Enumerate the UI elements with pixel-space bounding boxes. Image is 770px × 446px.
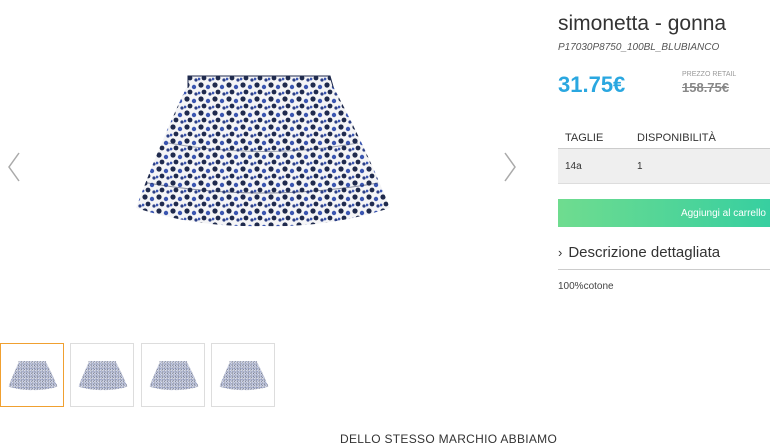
size-table-header: TAGLIE DISPONIBILITÀ (558, 128, 770, 149)
size-table: TAGLIE DISPONIBILITÀ 14a 1 (558, 128, 770, 184)
description-text: 100%cotone (558, 281, 614, 292)
thumbnail-3[interactable] (141, 343, 205, 407)
product-price: 31.75€ (558, 72, 626, 97)
size-row[interactable]: 14a 1 (558, 149, 770, 184)
thumbnail-1[interactable] (0, 343, 64, 407)
thumbnail-image (78, 361, 128, 391)
description-toggle[interactable]: › Descrizione dettagliata (558, 244, 770, 270)
chevron-left-icon (8, 152, 20, 182)
thumbnail-image (149, 361, 199, 391)
availability-value: 1 (637, 161, 643, 172)
thumbnail-4[interactable] (211, 343, 275, 407)
product-sku: P17030P8750_100BL_BLUBIANCO (558, 42, 720, 53)
same-brand-heading: DELLO STESSO MARCHIO ABBIAMO (340, 432, 558, 446)
thumbnail-image (219, 361, 269, 391)
chevron-right-icon (504, 152, 516, 182)
thumbnail-image (8, 361, 58, 391)
retail-price-label: PREZZO RETAIL (682, 71, 737, 78)
retail-price: 158.75€ (682, 80, 729, 95)
availability-column-header: DISPONIBILITÀ (637, 132, 716, 144)
gallery-prev-button[interactable] (4, 150, 24, 184)
size-column-header: TAGLIE (565, 132, 604, 144)
description-toggle-label: Descrizione dettagliata (568, 244, 721, 261)
chevron-right-icon: › (558, 245, 563, 260)
thumbnail-2[interactable] (70, 343, 134, 407)
gallery-next-button[interactable] (500, 150, 520, 184)
product-title: simonetta - gonna (558, 12, 727, 35)
size-value: 14a (565, 161, 582, 172)
product-image (136, 75, 390, 227)
add-to-cart-button[interactable]: Aggiungi al carrello (558, 199, 770, 227)
product-gallery (0, 0, 540, 335)
